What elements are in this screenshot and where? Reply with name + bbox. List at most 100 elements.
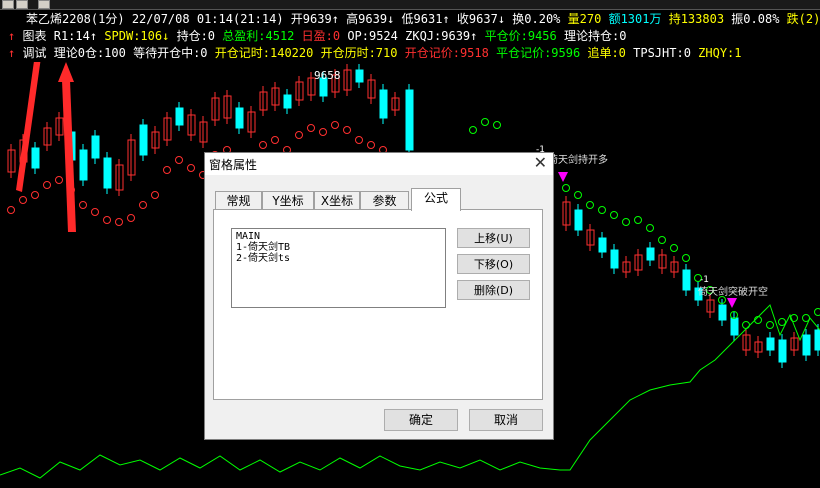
open-timer-value: 开仓记时:140220 bbox=[214, 46, 314, 60]
spdw-value: SPDW:106 bbox=[104, 29, 163, 43]
signal-dot bbox=[598, 206, 606, 214]
signal-dot bbox=[682, 254, 690, 262]
volume-value: 量270 bbox=[567, 12, 602, 26]
signal-dot bbox=[814, 308, 820, 316]
tab-params[interactable]: 参数 bbox=[360, 191, 409, 210]
arrow-up-icon: ↑ bbox=[8, 29, 16, 43]
dialog-title: 窗格属性 bbox=[209, 158, 258, 172]
open-value: 开9639 bbox=[290, 12, 332, 26]
signal1-text: 倚天剑持开多 bbox=[548, 153, 608, 166]
signal-dot bbox=[175, 156, 183, 164]
signal-dot bbox=[658, 236, 666, 244]
position-value: 持仓:0 bbox=[176, 29, 216, 43]
signal-dot bbox=[742, 321, 750, 329]
signal2-text: 倚天剑突破开空 bbox=[698, 285, 768, 298]
signal-dot bbox=[7, 206, 15, 214]
ok-button[interactable]: 确定 bbox=[384, 409, 458, 431]
signal-dot bbox=[766, 321, 774, 329]
signal-dot bbox=[271, 136, 279, 144]
signal-dot bbox=[367, 141, 375, 149]
signal-dot bbox=[574, 191, 582, 199]
signal-dot bbox=[115, 218, 123, 226]
candle-body bbox=[574, 209, 583, 231]
candle-body bbox=[766, 337, 775, 351]
arrow-up-icon: ↑ bbox=[89, 29, 98, 43]
candle-body bbox=[175, 107, 184, 126]
peak-price-label: 9658 bbox=[314, 69, 341, 82]
move-down-button[interactable]: 下移(O) bbox=[457, 254, 530, 274]
signal2-tag: -1 bbox=[700, 275, 709, 285]
signal-dot bbox=[151, 191, 159, 199]
move-up-button[interactable]: 上移(U) bbox=[457, 228, 530, 248]
high-value: 高9639 bbox=[346, 12, 388, 26]
debug-label[interactable]: 调试 bbox=[22, 46, 46, 60]
signal-dot bbox=[355, 136, 363, 144]
list-item[interactable]: 2-倚天剑ts bbox=[236, 253, 441, 264]
tab-general[interactable]: 常规 bbox=[215, 191, 262, 210]
signal-dot bbox=[31, 191, 39, 199]
candle-body bbox=[31, 147, 40, 169]
dialog-titlebar[interactable]: 窗格属性 ✕ bbox=[205, 153, 553, 175]
date-label: 22/07/08 bbox=[131, 12, 190, 26]
candle-body bbox=[682, 269, 691, 291]
signal-dot bbox=[19, 196, 27, 204]
signal-dot bbox=[343, 126, 351, 134]
candle-body bbox=[610, 249, 619, 269]
candle-body bbox=[814, 329, 820, 351]
candle-body bbox=[235, 107, 244, 129]
tpsjht-value: TPSJHT:0 bbox=[633, 46, 691, 60]
candle-body bbox=[103, 157, 112, 189]
annotation-arrow-1 bbox=[16, 62, 41, 192]
tab-x-axis[interactable]: X坐标 bbox=[314, 191, 360, 210]
formula-list[interactable]: MAIN 1-倚天剑TB 2-倚天剑ts bbox=[231, 228, 446, 308]
close-record-value: 平仓记价:9596 bbox=[496, 46, 581, 60]
turnover-rate: 换0.20% bbox=[512, 12, 561, 26]
signal-dot bbox=[493, 121, 501, 129]
toolbar-icon[interactable] bbox=[38, 0, 50, 9]
signal-dot bbox=[586, 201, 594, 209]
annotation-arrowhead-2 bbox=[58, 62, 74, 82]
candle-body bbox=[139, 124, 148, 156]
amount-value: 额1301万 bbox=[608, 12, 662, 26]
close-icon[interactable]: ✕ bbox=[534, 154, 547, 172]
chevron-down-icon[interactable] bbox=[16, 0, 28, 9]
candle-body bbox=[283, 94, 292, 109]
signal-dot bbox=[481, 118, 489, 126]
open-record-value: 开仓记价:9518 bbox=[404, 46, 489, 60]
signal-dot bbox=[319, 128, 327, 136]
cancel-button[interactable]: 取消 bbox=[469, 409, 543, 431]
tab-formula[interactable]: 公式 bbox=[411, 188, 461, 211]
indicator-line-debug: ↑ 调试 理论0仓:100 等待开仓中:0 开仓记时:140220 开仓历时:7… bbox=[0, 45, 742, 62]
signal-dot bbox=[469, 126, 477, 134]
signal-dot bbox=[670, 244, 678, 252]
signal-dot bbox=[259, 141, 267, 149]
signal-dot bbox=[43, 181, 51, 189]
k-chart-icon[interactable] bbox=[2, 0, 14, 9]
signal-dot bbox=[610, 211, 618, 219]
arrow-up-icon: ↑ bbox=[8, 46, 16, 60]
arrow-down-icon: ↓ bbox=[387, 12, 395, 26]
candle-body bbox=[379, 89, 388, 119]
chart-label[interactable]: 图表 bbox=[22, 29, 46, 43]
pane-properties-dialog[interactable]: 窗格属性 ✕ 常规 Y坐标 X坐标 参数 公式 MAIN 1-倚天剑TB 2-倚… bbox=[204, 152, 554, 440]
signal-dot bbox=[562, 184, 570, 192]
delete-button[interactable]: 删除(D) bbox=[457, 280, 530, 300]
window-tab-strip bbox=[0, 0, 820, 10]
op-value: OP:9524 bbox=[347, 29, 398, 43]
sell-marker-icon bbox=[727, 298, 737, 308]
signal-dot bbox=[778, 318, 786, 326]
signal-dot bbox=[187, 164, 195, 172]
low-value: 低9631 bbox=[401, 12, 443, 26]
list-item[interactable]: MAIN bbox=[236, 231, 441, 242]
amplitude-value: 振0.08% bbox=[731, 12, 780, 26]
tab-y-axis[interactable]: Y坐标 bbox=[262, 191, 314, 210]
list-item[interactable]: 1-倚天剑TB bbox=[236, 242, 441, 253]
chase-value: 追单:0 bbox=[587, 46, 626, 60]
daily-profit-value: 日盈:0 bbox=[301, 29, 341, 43]
signal-dot bbox=[622, 218, 630, 226]
arrow-down-icon: ↓ bbox=[162, 29, 170, 43]
zkqj-value: ZKQJ:9639 bbox=[405, 29, 471, 43]
signal-dot bbox=[127, 214, 135, 222]
close-value: 收9637 bbox=[456, 12, 498, 26]
time-label: 01:14(21:14) bbox=[196, 12, 284, 26]
